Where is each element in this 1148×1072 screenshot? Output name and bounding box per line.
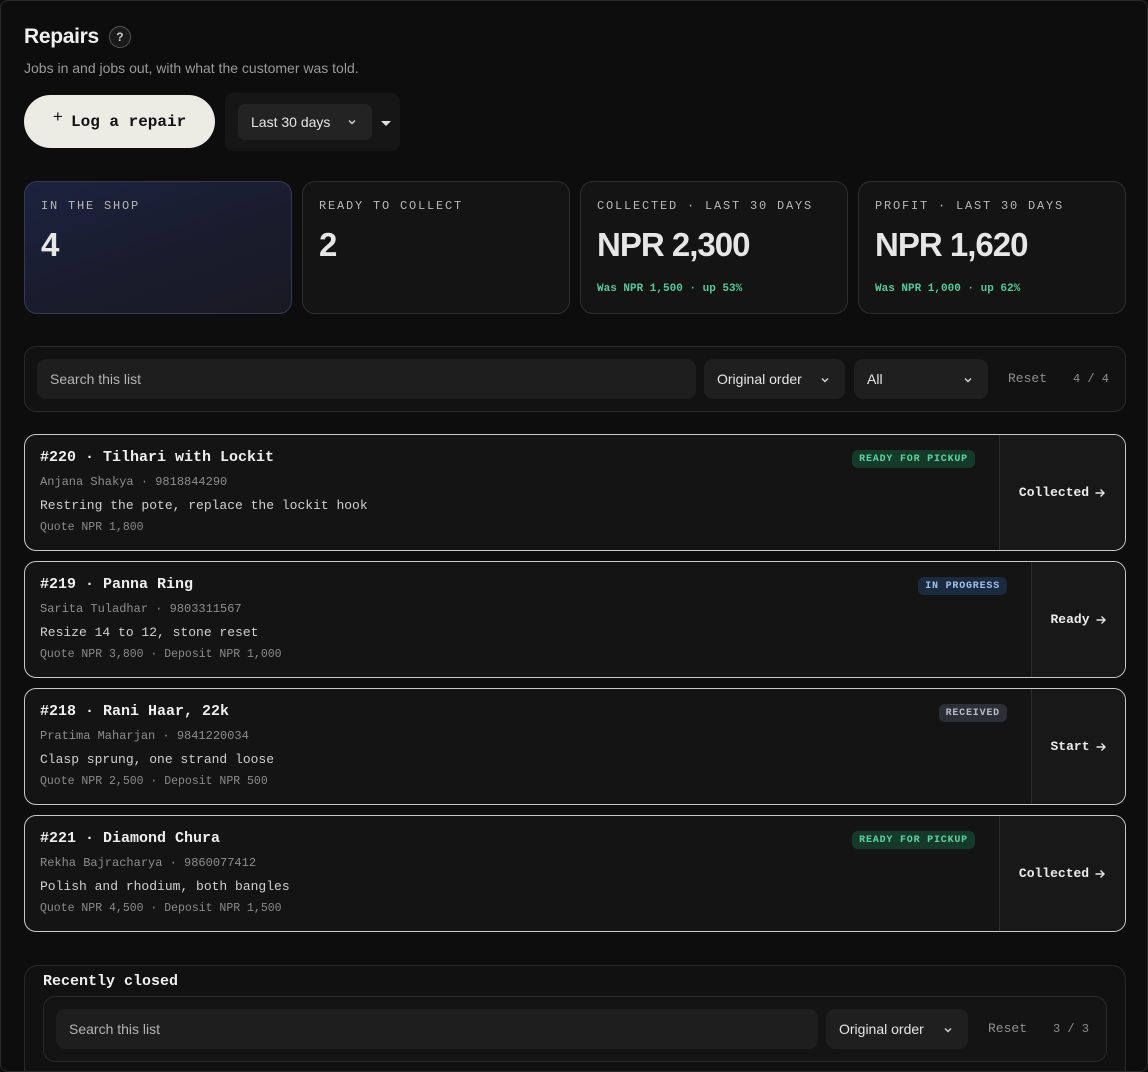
stat-card-ready: READY TO COLLECT 2 xyxy=(302,181,570,314)
stat-value: NPR 1,620 xyxy=(875,226,1028,263)
reset-button[interactable]: Reset xyxy=(1008,371,1047,386)
stat-card-collected: COLLECTED · LAST 30 DAYS NPR 2,300 Was N… xyxy=(580,181,848,314)
stat-card-in-shop: IN THE SHOP 4 xyxy=(24,181,292,314)
repair-row: #220 · Tilhari with Lockit Anjana Shakya… xyxy=(24,434,1126,551)
closed-reset-button[interactable]: Reset xyxy=(988,1021,1027,1036)
log-repair-button[interactable]: + Log a repair xyxy=(24,95,215,148)
stat-value: NPR 2,300 xyxy=(597,226,750,263)
arrow-right-icon xyxy=(1095,488,1106,497)
repair-title: #221 · Diamond Chura xyxy=(40,830,221,847)
status-badge: RECEIVED xyxy=(938,704,1007,722)
action-label: Collected xyxy=(1018,485,1090,500)
repair-quote: Quote NPR 3,800 · Deposit NPR 1,000 xyxy=(40,648,282,661)
repair-title: #218 · Rani Haar, 22k xyxy=(40,703,230,720)
action-label: Collected xyxy=(1018,866,1090,881)
caret-down-icon[interactable] xyxy=(380,120,392,128)
repair-description: Resize 14 to 12, stone reset xyxy=(40,625,259,640)
stat-label: READY TO COLLECT xyxy=(319,199,464,213)
search-input[interactable] xyxy=(37,359,696,399)
stat-label: PROFIT · LAST 30 DAYS xyxy=(875,199,1065,213)
status-filter-select[interactable]: All xyxy=(854,359,988,399)
repair-row: #218 · Rani Haar, 22k Pratima Maharjan ·… xyxy=(24,688,1126,805)
repair-title: #220 · Tilhari with Lockit xyxy=(40,449,275,466)
status-filter-value: All xyxy=(867,371,883,387)
mark-collected-button[interactable]: Collected xyxy=(999,435,1125,550)
plus-icon: + xyxy=(52,109,63,128)
repair-customer: Pratima Maharjan · 9841220034 xyxy=(40,729,249,743)
chevron-down-icon xyxy=(964,377,972,383)
repair-row: #219 · Panna Ring Sarita Tuladhar · 9803… xyxy=(24,561,1126,678)
closed-search-input[interactable] xyxy=(56,1009,818,1049)
repair-quote: Quote NPR 1,800 xyxy=(40,521,144,534)
repair-title: #219 · Panna Ring xyxy=(40,576,194,593)
mark-collected-button[interactable]: Collected xyxy=(999,816,1125,931)
repair-customer: Rekha Bajracharya · 9860077412 xyxy=(40,856,257,870)
repair-quote: Quote NPR 4,500 · Deposit NPR 1,500 xyxy=(40,902,282,915)
arrow-right-icon xyxy=(1096,615,1106,624)
start-repair-button[interactable]: Start xyxy=(1031,689,1125,804)
repair-customer: Anjana Shakya · 9818844290 xyxy=(40,475,228,489)
repair-customer: Sarita Tuladhar · 9803311567 xyxy=(40,602,242,616)
repair-description: Polish and rhodium, both bangles xyxy=(40,879,290,894)
status-badge: READY FOR PICKUP xyxy=(852,831,975,849)
log-repair-label: Log a repair xyxy=(70,112,187,131)
stat-value: 4 xyxy=(41,226,59,263)
stat-card-profit: PROFIT · LAST 30 DAYS NPR 1,620 Was NPR … xyxy=(858,181,1126,314)
stat-value: 2 xyxy=(319,226,337,263)
filter-bar: Original order All Reset 4 / 4 xyxy=(24,346,1126,412)
chevron-down-icon xyxy=(348,119,356,125)
stat-label: COLLECTED · LAST 30 DAYS xyxy=(597,199,814,213)
status-badge: IN PROGRESS xyxy=(918,577,1007,595)
stat-delta: Was NPR 1,500 · up 53% xyxy=(597,283,743,295)
stat-label: IN THE SHOP xyxy=(41,199,141,213)
repair-quote: Quote NPR 2,500 · Deposit NPR 500 xyxy=(40,775,268,788)
status-badge: READY FOR PICKUP xyxy=(852,450,975,468)
date-range-value: Last 30 days xyxy=(251,114,331,130)
result-count: 4 / 4 xyxy=(1073,372,1110,386)
mark-ready-button[interactable]: Ready xyxy=(1031,562,1125,677)
recently-closed-section: Recently closed Original order Reset 3 /… xyxy=(24,965,1126,1071)
sort-order-value: Original order xyxy=(717,371,802,387)
closed-sort-order-select[interactable]: Original order xyxy=(826,1009,968,1049)
closed-result-count: 3 / 3 xyxy=(1053,1022,1090,1036)
chevron-down-icon xyxy=(944,1027,952,1033)
action-label: Ready xyxy=(1050,612,1090,627)
page-title: Repairs xyxy=(24,25,99,48)
repair-description: Clasp sprung, one strand loose xyxy=(40,752,275,767)
stat-delta: Was NPR 1,000 · up 62% xyxy=(875,283,1021,295)
arrow-right-icon xyxy=(1095,869,1106,878)
repairs-app: Repairs ? Jobs in and jobs out, with wha… xyxy=(0,0,1148,1072)
page-subtitle: Jobs in and jobs out, with what the cust… xyxy=(24,60,359,76)
closed-filter-bar: Original order Reset 3 / 3 xyxy=(43,996,1107,1062)
repair-row: #221 · Diamond Chura Rekha Bajracharya ·… xyxy=(24,815,1126,932)
repair-description: Restring the pote, replace the lockit ho… xyxy=(40,498,368,513)
chevron-down-icon xyxy=(821,377,829,383)
action-label: Start xyxy=(1050,739,1090,754)
section-title: Recently closed xyxy=(43,973,179,990)
arrow-right-icon xyxy=(1096,742,1106,751)
sort-order-value: Original order xyxy=(839,1021,924,1037)
sort-order-select[interactable]: Original order xyxy=(704,359,845,399)
help-icon[interactable]: ? xyxy=(108,26,131,48)
date-range-group: Last 30 days xyxy=(225,93,400,151)
title-row: Repairs ? xyxy=(24,25,131,49)
date-range-select[interactable]: Last 30 days xyxy=(238,104,372,140)
